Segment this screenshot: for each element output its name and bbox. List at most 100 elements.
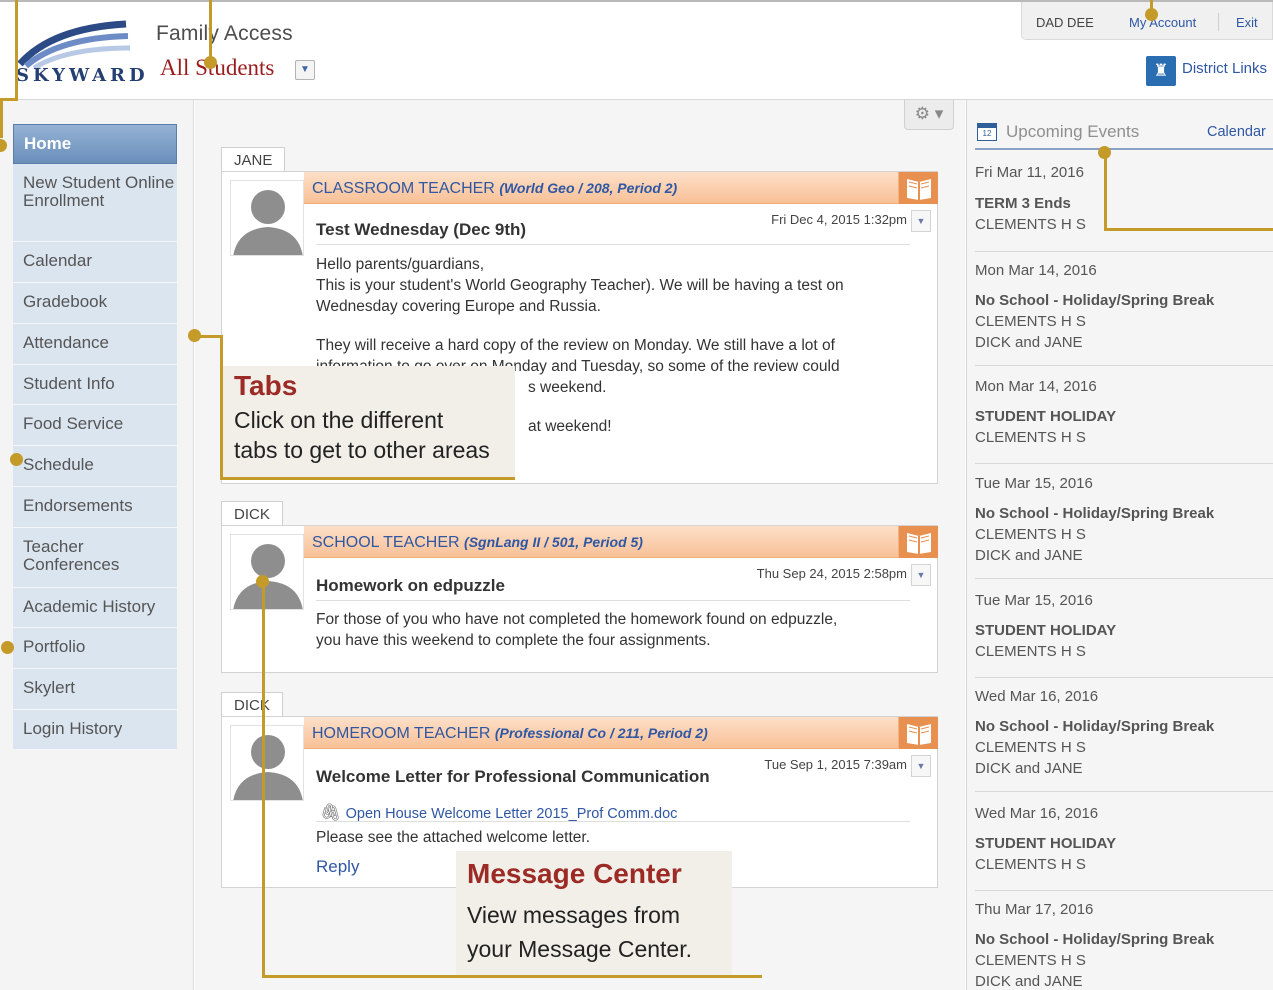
sidebar-item-attendance[interactable]: Attendance <box>13 324 177 365</box>
event-title: STUDENT HOLIDAY <box>975 622 1117 639</box>
user-name: DAD DEE <box>1036 15 1094 30</box>
district-links-label[interactable]: District Links <box>1182 60 1267 77</box>
calendar-link[interactable]: Calendar <box>1207 124 1266 140</box>
sidebar-item-schedule[interactable]: Schedule <box>13 446 177 487</box>
sidebar-item-student-info[interactable]: Student Info <box>13 365 177 405</box>
event-date: Thu Mar 17, 2016 <box>975 901 1094 918</box>
event-location: CLEMENTS H S <box>975 952 1086 969</box>
event-item[interactable]: Thu Mar 17, 2016 No School - Holiday/Spr… <box>975 901 1273 990</box>
sidebar-item-academic-history[interactable]: Academic History <box>13 588 177 628</box>
chevron-down-icon[interactable]: ▼ <box>911 210 931 232</box>
event-item[interactable]: Mon Mar 14, 2016 STUDENT HOLIDAY CLEMENT… <box>975 378 1273 464</box>
callout-dot <box>1 641 14 654</box>
message-line: This is your student's World Geography T… <box>316 277 844 294</box>
sidebar-item-gradebook[interactable]: Gradebook <box>13 283 177 324</box>
event-students: DICK and JANE <box>975 760 1083 777</box>
message-header: CLASSROOM TEACHER (World Geo / 208, Peri… <box>304 172 938 204</box>
sidebar-item-home[interactable]: Home <box>13 124 177 164</box>
chevron-down-icon[interactable]: ▼ <box>911 564 931 586</box>
message-sender[interactable]: CLASSROOM TEACHER (World Geo / 208, Peri… <box>312 180 677 198</box>
event-location: CLEMENTS H S <box>975 739 1086 756</box>
sidebar-item-food-service[interactable]: Food Service <box>13 405 177 446</box>
district-links-icon[interactable]: ♜ <box>1146 56 1176 86</box>
event-location: CLEMENTS H S <box>975 313 1086 330</box>
book-icon[interactable] <box>898 172 938 204</box>
sidebar-item-portfolio[interactable]: Portfolio <box>13 628 177 669</box>
sender-name[interactable]: HOMEROOM TEACHER <box>312 725 490 742</box>
message-center-callout-text: your Message Center. <box>467 936 693 962</box>
sidebar-item-skylert[interactable]: Skylert <box>13 669 177 710</box>
event-students: DICK and JANE <box>975 334 1083 351</box>
event-item[interactable]: Mon Mar 14, 2016 No School - Holiday/Spr… <box>975 262 1273 366</box>
reply-link[interactable]: Reply <box>316 857 359 877</box>
callout-leader <box>194 335 222 338</box>
attachment-link[interactable]: 🖇 Open House Welcome Letter 2015_Prof Co… <box>320 803 677 823</box>
chevron-down-icon[interactable]: ▼ <box>295 60 315 80</box>
message-student-tab: JANE <box>221 147 286 171</box>
callout-leader <box>262 975 762 978</box>
callout-dot <box>204 56 217 69</box>
app-title: Family Access <box>156 22 293 45</box>
message-student-tab: DICK <box>221 501 283 525</box>
message-line: Please see the attached welcome letter. <box>316 829 590 846</box>
message-date: Thu Sep 24, 2015 2:58pm <box>756 566 907 581</box>
event-item[interactable]: Tue Mar 15, 2016 STUDENT HOLIDAY CLEMENT… <box>975 592 1273 678</box>
callout-leader <box>262 581 265 977</box>
callout-leader <box>220 477 515 480</box>
event-date: Tue Mar 15, 2016 <box>975 475 1093 492</box>
message-line: Hello parents/guardians, <box>316 256 485 273</box>
book-icon[interactable] <box>898 717 938 749</box>
sender-name[interactable]: SCHOOL TEACHER <box>312 534 460 551</box>
callout-leader <box>0 98 3 138</box>
sidebar-item-login-history[interactable]: Login History <box>13 710 177 750</box>
message-line: They will receive a hard copy of the rev… <box>316 337 835 354</box>
event-item[interactable]: Wed Mar 16, 2016 STUDENT HOLIDAY CLEMENT… <box>975 805 1273 891</box>
sidebar-item-new-student-online-enrollment[interactable]: New Student Online Enrollment <box>13 164 177 242</box>
event-location: CLEMENTS H S <box>975 856 1086 873</box>
event-location: CLEMENTS H S <box>975 643 1086 660</box>
event-title: No School - Holiday/Spring Break <box>975 505 1215 522</box>
book-icon[interactable] <box>898 526 938 558</box>
gear-icon[interactable]: ⚙ ▾ <box>904 100 954 130</box>
event-location: CLEMENTS H S <box>975 429 1086 446</box>
exit-link[interactable]: Exit <box>1236 15 1258 30</box>
event-item[interactable]: Fri Mar 11, 2016 TERM 3 Ends CLEMENTS H … <box>975 164 1273 252</box>
event-title: No School - Holiday/Spring Break <box>975 931 1215 948</box>
my-account-link[interactable]: My Account <box>1129 15 1196 30</box>
event-location: CLEMENTS H S <box>975 216 1086 233</box>
chevron-down-icon[interactable]: ▼ <box>911 755 931 777</box>
event-date: Mon Mar 14, 2016 <box>975 262 1097 279</box>
divider <box>1218 13 1219 31</box>
sender-name[interactable]: CLASSROOM TEACHER <box>312 180 495 197</box>
callout-leader <box>209 0 212 60</box>
event-date: Wed Mar 16, 2016 <box>975 688 1099 705</box>
callout-leader <box>1104 152 1107 230</box>
skyward-logo[interactable]: SKYWARD <box>0 16 150 88</box>
message-subject: Test Wednesday (Dec 9th) <box>316 220 527 239</box>
callout-dot <box>10 453 23 466</box>
message-subject: Welcome Letter for Professional Communic… <box>316 767 710 786</box>
tabs-callout-title: Tabs <box>234 370 298 401</box>
message-center-callout-title: Message Center <box>467 858 682 889</box>
event-item[interactable]: Tue Mar 15, 2016 No School - Holiday/Spr… <box>975 475 1273 579</box>
event-item[interactable]: Wed Mar 16, 2016 No School - Holiday/Spr… <box>975 688 1273 792</box>
sender-course: (Professional Co / 211, Period 2) <box>494 725 708 741</box>
paperclip-icon: 🖇 <box>320 803 342 822</box>
sidebar-item-calendar[interactable]: Calendar <box>13 242 177 283</box>
student-selector[interactable]: All Students <box>160 55 274 81</box>
sidebar-item-endorsements[interactable]: Endorsements <box>13 487 177 528</box>
sender-course: (SgnLang II / 501, Period 5) <box>464 534 643 550</box>
sidebar-item-teacher-conferences[interactable]: Teacher Conferences <box>13 528 177 588</box>
logo-wordmark: SKYWARD <box>16 65 149 86</box>
calendar-icon: 12 <box>977 123 997 141</box>
message-sender[interactable]: HOMEROOM TEACHER (Professional Co / 211,… <box>312 725 708 743</box>
account-bar: DAD DEE My Account Exit <box>1021 2 1273 40</box>
events-header: 12 Upcoming Events Calendar <box>975 120 1273 150</box>
message-subject: Homework on edpuzzle <box>316 576 505 595</box>
message-sender[interactable]: SCHOOL TEACHER (SgnLang II / 501, Period… <box>312 534 643 552</box>
event-title: No School - Holiday/Spring Break <box>975 292 1215 309</box>
avatar <box>230 725 304 801</box>
divider <box>316 821 910 822</box>
event-title: STUDENT HOLIDAY <box>975 408 1117 425</box>
attachment-name[interactable]: Open House Welcome Letter 2015_Prof Comm… <box>346 806 678 822</box>
